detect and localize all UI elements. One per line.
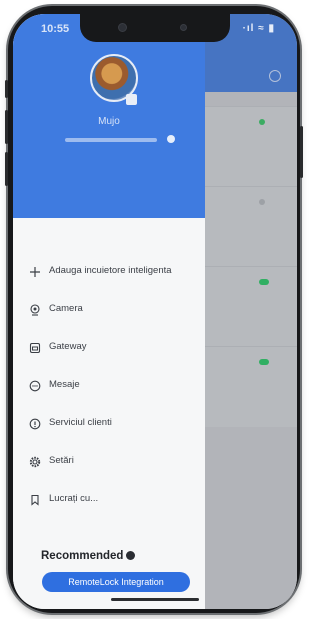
phone-screen: Mujo Adauga incuietore inteligenta Camer…: [13, 14, 297, 609]
menu-item-label: Camera: [49, 303, 83, 314]
plus-icon: [30, 267, 40, 277]
menu-item-work-with[interactable]: Lucrați cu...: [13, 488, 205, 512]
recommended-title: Recommended: [41, 550, 124, 562]
drawer-overlay[interactable]: [205, 14, 297, 609]
camera-badge-icon[interactable]: [126, 94, 137, 105]
navigation-drawer: Mujo Adauga incuietore inteligenta Camer…: [13, 14, 205, 609]
settings-icon: [29, 456, 41, 468]
profile-name: Mujo: [98, 116, 120, 127]
home-indicator[interactable]: [111, 598, 199, 601]
menu-item-label: Gateway: [49, 341, 87, 352]
volume-down-button: [5, 152, 8, 186]
menu-item-label: Serviciul clienti: [49, 417, 112, 428]
help-icon[interactable]: [126, 551, 136, 560]
gateway-icon: [29, 342, 41, 354]
profile-email: [65, 138, 157, 142]
menu-item-camera[interactable]: Camera: [13, 298, 205, 322]
edit-icon[interactable]: [167, 135, 175, 143]
mute-switch: [5, 80, 8, 98]
power-button: [300, 126, 303, 178]
camera-icon: [30, 304, 40, 316]
camera-lens-icon: [118, 23, 127, 32]
menu-item-messages[interactable]: Mesaje: [13, 374, 205, 398]
sensor-icon: [180, 24, 187, 31]
status-icons: ·ıl ≈ ▮: [242, 23, 275, 34]
menu-item-gateway[interactable]: Gateway: [13, 336, 205, 360]
menu-item-label: Lucrați cu...: [49, 493, 99, 504]
menu-item-customer-service[interactable]: Serviciul clienti: [13, 412, 205, 436]
recommended-heading: Recommended: [41, 550, 136, 562]
menu-item-add-lock[interactable]: Adauga incuietore inteligenta: [13, 260, 205, 284]
message-icon: [29, 380, 41, 392]
info-icon: [29, 418, 41, 430]
notch: [80, 14, 230, 42]
bookmark-icon: [31, 494, 39, 506]
status-time: 10:55: [41, 23, 70, 35]
volume-up-button: [5, 110, 8, 144]
menu-item-label: Setări: [49, 455, 74, 466]
remotelock-integration-button[interactable]: RemoteLock Integration: [42, 572, 190, 592]
profile-email-row: [65, 135, 175, 144]
menu-item-label: Mesaje: [49, 379, 80, 390]
menu-item-settings[interactable]: Setări: [13, 450, 205, 474]
menu-item-label: Adauga incuietore inteligenta: [49, 265, 172, 276]
